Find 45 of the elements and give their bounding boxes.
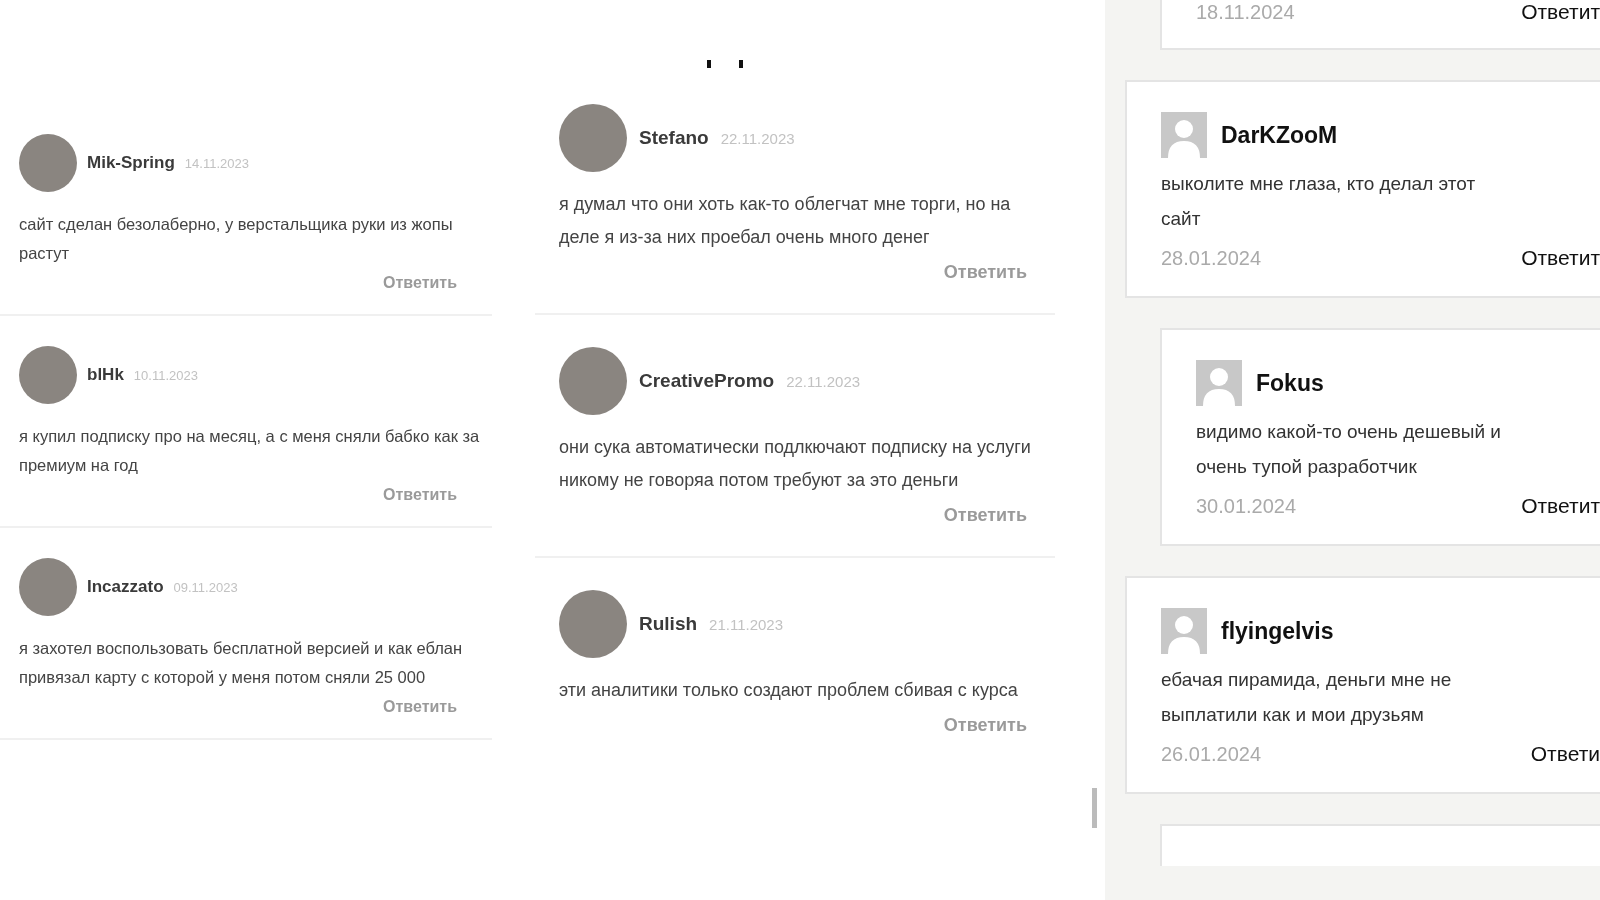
comment-text: сайт сделан безолаберно, у верстальщика руки из жопы растут xyxy=(19,214,454,264)
user-silhouette-icon xyxy=(1161,608,1207,654)
comment-date: 10.11.2023 xyxy=(133,367,198,383)
reply-link[interactable]: Ответить xyxy=(383,274,457,292)
author-name: CreativePromo xyxy=(639,370,775,392)
reply-link[interactable]: Ответит xyxy=(1521,0,1600,24)
comment-date: 14.11.2023 xyxy=(184,155,249,171)
comment-text: эти аналитики только создают проблем сбивая с курса xyxy=(559,679,1019,702)
reply-link[interactable]: Ответит xyxy=(1521,494,1600,518)
avatar-placeholder xyxy=(19,346,77,404)
comment-date: 21.11.2023 xyxy=(709,615,784,633)
comment-date: 30.01.2024 xyxy=(1196,494,1297,518)
author-name: blHk xyxy=(87,365,124,385)
scrollbar-drawing xyxy=(1092,788,1097,828)
comment-text: выколите мне глаза, кто делал этот сайт xyxy=(1161,172,1477,231)
author-name: Incazzato xyxy=(87,577,164,597)
avatar-placeholder xyxy=(19,134,77,192)
comment-text: ебачая пирамида, деньги мне не выплатили как и мои друзьям xyxy=(1161,668,1453,727)
reply-link[interactable]: Ответить xyxy=(943,505,1027,526)
comment-text: я захотел воспользовать бесплатной версией и как еблан привязал карту с которой у меня потом сняли 25 000 xyxy=(19,638,464,688)
comment-date: 22.11.2023 xyxy=(720,129,795,147)
comment-date: 09.11.2023 xyxy=(173,579,238,595)
author-name: DarKZooM xyxy=(1221,121,1338,149)
author-name: Rulish xyxy=(639,613,698,635)
comment-date: 28.01.2024 xyxy=(1161,246,1262,270)
reply-link[interactable]: Ответи xyxy=(1530,742,1600,766)
comment-date: 22.11.2023 xyxy=(786,372,861,390)
comment-text: я думал что они хоть как-то облегчат мне торги, но на деле я из-за них проебал очень много денег xyxy=(559,193,1012,249)
user-silhouette-icon xyxy=(1196,360,1242,406)
reply-link[interactable]: Ответит xyxy=(1521,246,1600,270)
comment-text: я купил подписку про на месяц, а с меня сняли бабко как за премиум на год xyxy=(19,426,481,476)
comment-text: они сука автоматически подлкючают подписку на услуги никому не говоряа потом требуют за это деньги xyxy=(559,436,1032,492)
author-name: Mik-Spring xyxy=(87,153,175,173)
author-name: Fokus xyxy=(1256,369,1324,397)
reply-link[interactable]: Ответить xyxy=(943,715,1027,736)
comment-date: 26.01.2024 xyxy=(1161,742,1262,766)
author-name: flyingelvis xyxy=(1221,617,1334,645)
reply-link[interactable]: Ответить xyxy=(383,486,457,504)
avatar-placeholder xyxy=(19,558,77,616)
reply-link[interactable]: Ответить xyxy=(943,262,1027,283)
reply-link[interactable]: Ответить xyxy=(383,698,457,716)
author-name: Stefano xyxy=(639,127,709,149)
comment-text: видимо какой-то очень дешевый и очень тупой разработчик xyxy=(1196,420,1502,479)
comment-date: 18.11.2024 xyxy=(1196,0,1295,24)
user-silhouette-icon xyxy=(1161,112,1207,158)
